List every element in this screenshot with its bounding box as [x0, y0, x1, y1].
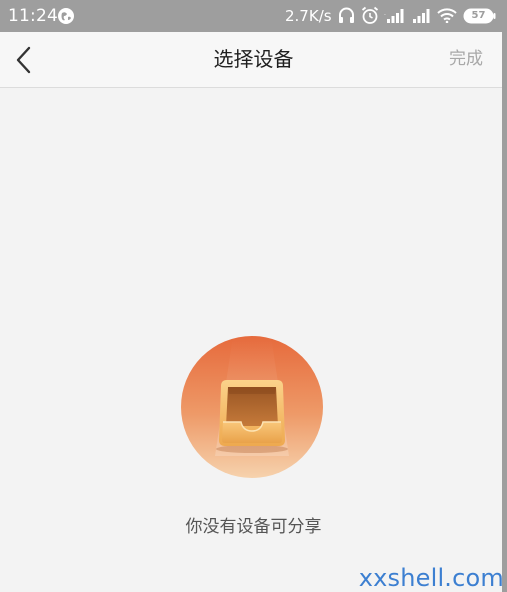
screen: 11:24 2.7K/s . 57 选择设备 完成 你没有设备可分享 xxshe… [0, 0, 507, 592]
headset-icon [339, 7, 354, 23]
header-bar: 选择设备 完成 [0, 32, 507, 88]
status-bar: 11:24 2.7K/s . 57 [0, 0, 507, 32]
chevron-left-icon [16, 46, 31, 74]
empty-tray-icon [181, 336, 323, 478]
status-time: 11:24 [8, 6, 58, 26]
battery-icon: 57 [463, 8, 496, 24]
empty-state-message: 你没有设备可分享 [185, 517, 322, 537]
alarm-icon [361, 6, 379, 24]
done-button[interactable]: 完成 [449, 32, 483, 87]
screen-edge [502, 32, 507, 592]
wifi-icon [437, 8, 457, 23]
globe-icon [58, 8, 74, 24]
svg-text:.: . [384, 10, 386, 17]
signal-icon: . [384, 9, 404, 23]
signal-icon [413, 9, 430, 23]
battery-level: 57 [471, 10, 486, 21]
page-title: 选择设备 [213, 47, 294, 71]
watermark: xxshell.com [358, 564, 504, 592]
back-button[interactable] [10, 44, 40, 76]
network-speed: 2.7K/s [285, 7, 332, 25]
